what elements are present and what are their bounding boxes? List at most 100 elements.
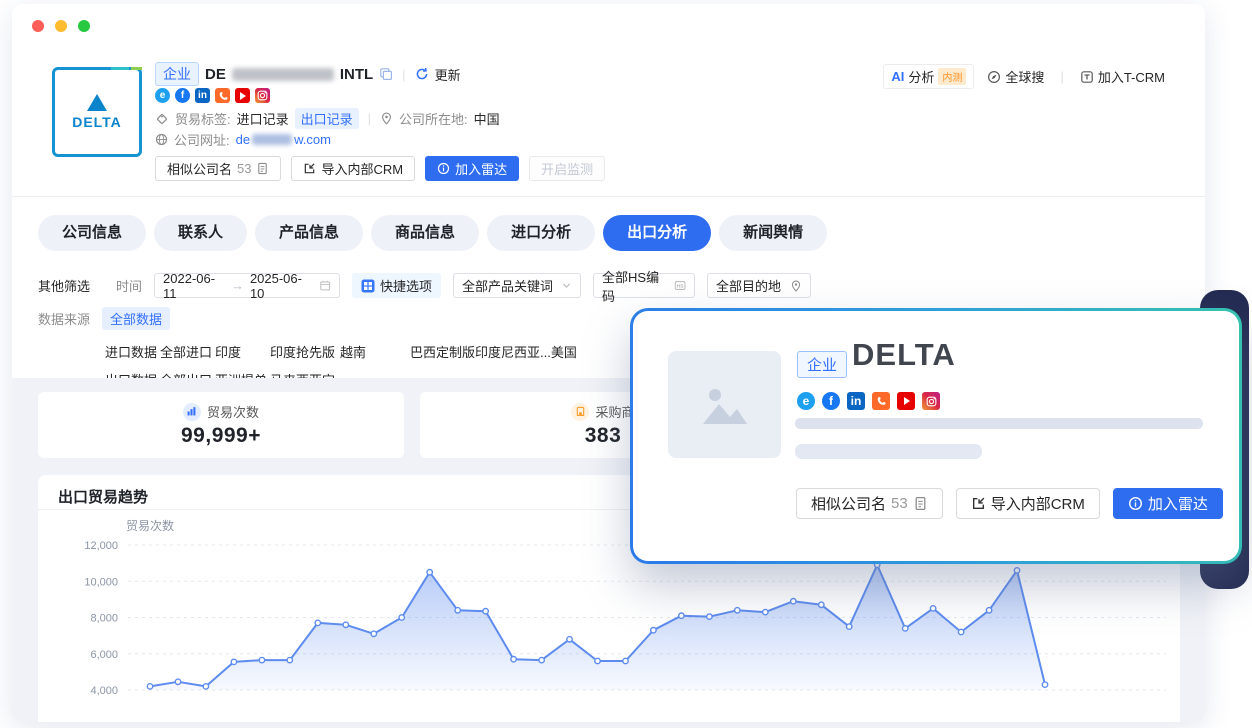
website-suffix: w.com (294, 132, 331, 147)
social-icons: efin (797, 392, 940, 410)
compass-icon (987, 70, 1001, 84)
data-source-option[interactable]: 印度抢先版 (270, 342, 340, 361)
maximize-window-button[interactable] (78, 20, 90, 32)
similar-companies-button[interactable]: 相似公司名 53 (155, 156, 281, 181)
header-actions: 相似公司名 53 导入内部CRM 加入雷达 开启监测 (155, 156, 605, 181)
ai-analysis-button[interactable]: AI 分析 内测 (883, 64, 974, 89)
import-crm-button[interactable]: 导入内部CRM (291, 156, 415, 181)
close-window-button[interactable] (32, 20, 44, 32)
data-source-option[interactable]: 印度尼西亚... (475, 342, 551, 361)
hs-code-select[interactable]: 全部HS编码 HS (593, 273, 695, 298)
website-link[interactable]: de w.com (236, 132, 331, 147)
browser-icon[interactable]: e (797, 392, 815, 410)
company-image-placeholder (668, 351, 781, 458)
similar-companies-count: 53 (891, 495, 908, 512)
linkedin-icon[interactable]: in (195, 88, 210, 103)
update-button[interactable]: 更新 (435, 65, 461, 84)
tab-3[interactable]: 商品信息 (371, 215, 479, 251)
trade-tag-import[interactable]: 进口记录 (237, 109, 289, 128)
tab-0[interactable]: 公司信息 (38, 215, 146, 251)
document-icon (256, 162, 269, 175)
youtube-icon[interactable] (235, 88, 250, 103)
start-monitor-button[interactable]: 开启监测 (529, 156, 605, 181)
trade-tag-label: 贸易标签: (175, 109, 231, 128)
ai-label: AI (891, 69, 904, 84)
tab-2[interactable]: 产品信息 (255, 215, 363, 251)
data-source-all[interactable]: 全部数据 (102, 307, 170, 330)
info-icon (437, 162, 450, 175)
analysis-label: 分析 (908, 67, 934, 86)
data-source-option[interactable]: 巴西定制版 (410, 342, 475, 361)
similar-companies-count: 53 (237, 161, 251, 176)
data-source-option[interactable]: 越南 (340, 342, 410, 361)
other-filters-label[interactable]: 其他筛选 (38, 276, 90, 295)
company-logo: DELTA (52, 67, 142, 157)
calendar-icon (319, 279, 331, 292)
company-name: DELTA (852, 337, 956, 373)
import-icon (971, 496, 986, 511)
trade-tag-export[interactable]: 出口记录 (295, 108, 359, 129)
linkedin-icon[interactable]: in (847, 392, 865, 410)
location-icon (380, 112, 393, 125)
quick-options-button[interactable]: 快捷选项 (352, 273, 441, 298)
add-radar-label: 加入雷达 (1148, 493, 1208, 514)
social-icons-row: efin (155, 88, 270, 103)
hs-value: 全部HS编码 (602, 267, 668, 305)
redacted-company-name (232, 68, 334, 81)
stat-label: 采购商 (595, 402, 634, 421)
facebook-icon[interactable]: f (175, 88, 190, 103)
company-overlay-card: 企业 DELTA efin 相似公司名 53 导入内部CRM 加入雷达 (630, 308, 1242, 564)
section-tabs: 公司信息联系人产品信息商品信息进口分析出口分析新闻舆情 (38, 215, 827, 251)
time-label: 时间 (116, 276, 142, 295)
logo-accent-green (131, 67, 142, 70)
pin-icon (790, 280, 802, 292)
global-search-label: 全球搜 (1005, 67, 1044, 86)
enterprise-badge: 企业 (797, 351, 847, 378)
minimize-window-button[interactable] (55, 20, 67, 32)
stat-value: 383 (585, 424, 622, 448)
tab-4[interactable]: 进口分析 (487, 215, 595, 251)
date-to: 2025-06-10 (250, 271, 313, 301)
stat-label: 贸易次数 (207, 402, 259, 421)
phone-icon[interactable] (215, 88, 230, 103)
svg-text:10,000: 10,000 (84, 576, 118, 588)
beta-badge: 内测 (938, 68, 966, 85)
copy-icon[interactable] (379, 67, 393, 81)
info-icon (1128, 496, 1143, 511)
document-icon (913, 496, 928, 511)
add-radar-button[interactable]: 加入雷达 (425, 156, 519, 181)
location-label: 公司所在地: (399, 109, 468, 128)
destination-select[interactable]: 全部目的地 (707, 273, 811, 298)
enterprise-badge: 企业 (155, 62, 199, 86)
import-crm-label: 导入内部CRM (321, 159, 403, 178)
instagram-icon[interactable] (255, 88, 270, 103)
tab-5-active[interactable]: 出口分析 (603, 215, 711, 251)
data-source-option[interactable]: 全部进口 (160, 342, 215, 361)
browser-icon[interactable]: e (155, 88, 170, 103)
logo-text: DELTA (72, 114, 122, 130)
globe-icon (155, 133, 168, 146)
tag-icon (155, 112, 169, 126)
tab-6[interactable]: 新闻舆情 (719, 215, 827, 251)
trade-tags-row: 贸易标签: 进口记录 出口记录 | 公司所在地: 中国 (155, 108, 500, 129)
data-source-option[interactable]: 美国 (551, 342, 626, 361)
import-crm-button[interactable]: 导入内部CRM (956, 488, 1100, 519)
facebook-icon[interactable]: f (822, 392, 840, 410)
tab-1[interactable]: 联系人 (154, 215, 247, 251)
product-keyword-select[interactable]: 全部产品关键词 (453, 273, 581, 298)
similar-companies-button[interactable]: 相似公司名 53 (796, 488, 943, 519)
date-range-input[interactable]: 2022-06-11 → 2025-06-10 (154, 273, 340, 298)
phone-icon[interactable] (872, 392, 890, 410)
instagram-icon[interactable] (922, 392, 940, 410)
add-tcrm-label: 加入T-CRM (1098, 67, 1165, 86)
tcrm-icon (1080, 70, 1094, 84)
global-search-button[interactable]: 全球搜 (987, 67, 1044, 86)
youtube-icon[interactable] (897, 392, 915, 410)
refresh-icon[interactable] (415, 67, 429, 81)
add-radar-button[interactable]: 加入雷达 (1113, 488, 1223, 519)
data-source-option[interactable]: 印度 (215, 342, 270, 361)
import-icon (303, 162, 316, 175)
add-tcrm-button[interactable]: 加入T-CRM (1080, 67, 1165, 86)
divider: | (402, 67, 405, 82)
company-name-suffix: INTL (340, 66, 373, 83)
